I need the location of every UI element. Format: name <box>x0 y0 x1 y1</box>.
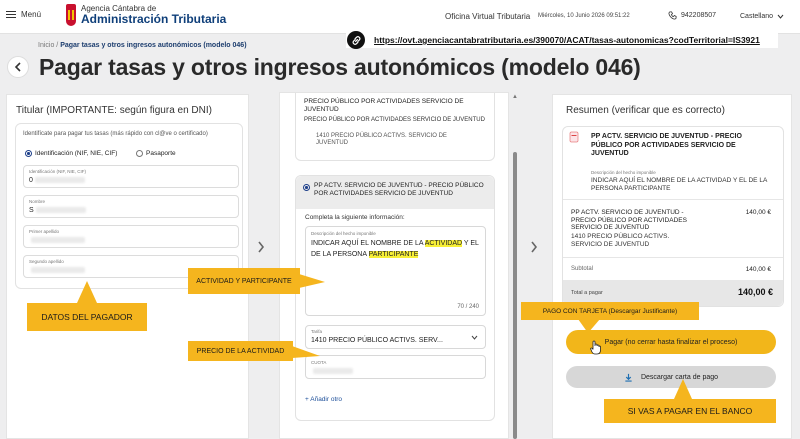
cuota-label: CUOTA <box>311 360 327 365</box>
name-field[interactable]: Nombre S <box>23 195 239 218</box>
back-button[interactable] <box>7 56 29 78</box>
callout-pointer <box>292 346 320 358</box>
subtotal-label: Subtotal <box>571 266 594 272</box>
logo[interactable]: Agencia Cántabra de Administración Tribu… <box>66 4 226 26</box>
selected-tax-title: PP ACTV. SERVICIO DE JUVENTUD - PRECIO P… <box>314 182 484 197</box>
id-field[interactable]: Identificación (NIF, NIE, CIF) 0 <box>23 165 239 188</box>
breadcrumb-separator: / <box>56 42 59 49</box>
summary-item-title: PP ACTV. SERVICIO DE JUVENTUD - PRECIO P… <box>591 133 742 157</box>
tax-option-card[interactable]: PRECIO PÚBLICO POR ACTIVIDADES SERVICIO … <box>295 93 495 161</box>
phone-icon <box>668 11 677 20</box>
url-overlay: https://ovt.agenciacantabratributaria.es… <box>346 31 778 49</box>
selected-tax-card: PP ACTV. SERVICIO DE JUVENTUD - PRECIO P… <box>295 175 495 421</box>
summary-title: Resumen (verificar que es correcto) <box>566 105 725 116</box>
surname1-value <box>29 237 85 244</box>
callout-card-payment: PAGO CON TARJETA (Descargar Justificante… <box>521 302 699 320</box>
tarifa-label: Tarifa <box>311 329 323 334</box>
total-value: 140,00 € <box>737 287 773 297</box>
summary-card: PP ACTV. SERVICIO DE JUVENTUD - PRECIO P… <box>562 126 784 307</box>
total-label: Total a pagar <box>571 290 603 296</box>
description-textarea[interactable]: Descripción del hecho imponible INDICAR … <box>305 226 486 316</box>
scroll-up-arrow[interactable]: ▲ <box>512 94 518 100</box>
download-button[interactable]: Descargar carta de pago <box>566 366 776 388</box>
id-label: Identificación (NIF, NIE, CIF) <box>29 169 87 174</box>
language-select[interactable]: Castellano <box>740 13 784 20</box>
document-icon <box>569 131 579 143</box>
chevron-right-icon <box>257 240 265 256</box>
callout-price: PRECIO DE LA ACTIVIDAD <box>188 341 293 361</box>
page-title: Pagar tasas y otros ingresos autonómicos… <box>39 54 641 80</box>
cuota-field[interactable]: CUOTA <box>305 355 486 379</box>
subtotal-value: 140,00 € <box>745 266 771 273</box>
back-arrow-icon <box>14 62 21 72</box>
tax-option-code: 1410 PRECIO PÚBLICO ACTIVS. SERVICIO DE … <box>316 133 447 146</box>
language-label: Castellano <box>740 13 774 20</box>
radio-passport[interactable]: Pasaporte <box>136 150 176 157</box>
callout-bank: SI VAS A PAGAR EN EL BANCO <box>604 399 776 423</box>
add-other-link[interactable]: + Añadir otro <box>305 396 342 403</box>
highlight-participant: PARTICIPANTE <box>368 251 419 258</box>
surname1-label: Primer apellido <box>29 229 60 234</box>
chevron-down-icon <box>471 335 478 340</box>
top-bar: Menú Agencia Cántabra de Administración … <box>0 0 800 34</box>
url-text[interactable]: https://ovt.agenciacantabratributaria.es… <box>374 35 760 45</box>
complete-label: Completa la siguiente información: <box>305 214 405 221</box>
tarifa-value: 1410 PRECIO PÚBLICO ACTIVS. SERV... <box>311 337 443 344</box>
payer-title: Titular (IMPORTANTE: según figura en DNI… <box>16 105 212 116</box>
description-label: Descripción del hecho imponible <box>311 231 376 236</box>
surname2-value <box>29 267 85 274</box>
callout-pointer <box>299 274 325 288</box>
surname2-label: Segundo apellido <box>29 259 64 264</box>
description-value: INDICAR AQUÍ EL NOMBRE DE LA ACTIVIDAD Y… <box>311 240 479 258</box>
radio-button[interactable] <box>136 150 143 157</box>
name-value: S <box>29 207 86 214</box>
highlight-activity: ACTIVIDAD <box>424 240 463 247</box>
phone-number: 942208507 <box>681 12 717 19</box>
tax-panel: PRECIO PÚBLICO POR ACTIVIDADES SERVICIO … <box>279 92 509 439</box>
radio-button[interactable] <box>25 150 32 157</box>
name-label: Nombre <box>29 199 46 204</box>
chevron-down-icon <box>777 14 784 19</box>
payer-panel: Titular (IMPORTANTE: según figura en DNI… <box>6 94 249 439</box>
download-icon <box>625 373 632 382</box>
tarifa-select[interactable]: Tarifa 1410 PRECIO PÚBLICO ACTIVS. SERV.… <box>305 325 486 349</box>
line-item-sub: 1410 PRECIO PÚBLICO ACTIVS. SERVICIO DE … <box>571 233 670 248</box>
breadcrumb-home[interactable]: Inicio <box>38 42 54 49</box>
tax-option-subtitle: PRECIO PÚBLICO POR ACTIVIDADES SERVICIO … <box>304 117 485 123</box>
menu-button[interactable]: Menú <box>6 10 41 19</box>
line-item-amount: 140,00 € <box>745 209 771 216</box>
surname1-field[interactable]: Primer apellido <box>23 225 239 248</box>
portal-name: Oficina Virtual Tributaria <box>445 12 531 21</box>
char-count: 70 / 240 <box>457 304 479 310</box>
logo-line2: Administración Tributaria <box>81 12 227 26</box>
tax-option-title: PRECIO PÚBLICO POR ACTIVIDADES SERVICIO … <box>304 98 464 113</box>
link-icon <box>347 31 365 49</box>
identify-text[interactable]: Identifícate para pagar tus tasas (más r… <box>23 131 208 137</box>
menu-icon <box>6 10 16 19</box>
scrollbar[interactable] <box>513 152 517 439</box>
id-value: 0 <box>29 177 85 184</box>
pay-button-label: Pagar (no cerrar hasta finalizar el proc… <box>604 338 738 346</box>
summary-desc-label: Descripción del hecho imponible <box>591 170 656 175</box>
menu-label: Menú <box>21 10 42 19</box>
callout-activity: ACTIVIDAD Y PARTICIPANTE <box>188 268 300 294</box>
radio-identification[interactable]: Identificación (NIF, NIE, CIF) <box>25 150 117 157</box>
radio-button[interactable] <box>303 184 310 191</box>
hand-cursor-icon <box>590 340 601 355</box>
line-item-title: PP ACTV. SERVICIO DE JUVENTUD - PRECIO P… <box>571 209 687 231</box>
breadcrumb-current: Pagar tasas y otros ingresos autonómicos… <box>60 42 247 49</box>
callout-payer: DATOS DEL PAGADOR <box>27 303 147 331</box>
breadcrumb: Inicio / Pagar tasas y otros ingresos au… <box>38 42 247 49</box>
summary-desc-value: INDICAR AQUÍ EL NOMBRE DE LA ACTIVIDAD Y… <box>591 177 767 192</box>
chevron-right-icon <box>530 240 538 256</box>
crest-icon <box>66 4 76 26</box>
callout-pointer <box>77 281 97 303</box>
callout-pointer <box>674 379 692 399</box>
datetime: Miércoles, 10 Junio 2026 09:51:22 <box>538 13 630 19</box>
phone-link[interactable]: 942208507 <box>668 11 716 20</box>
